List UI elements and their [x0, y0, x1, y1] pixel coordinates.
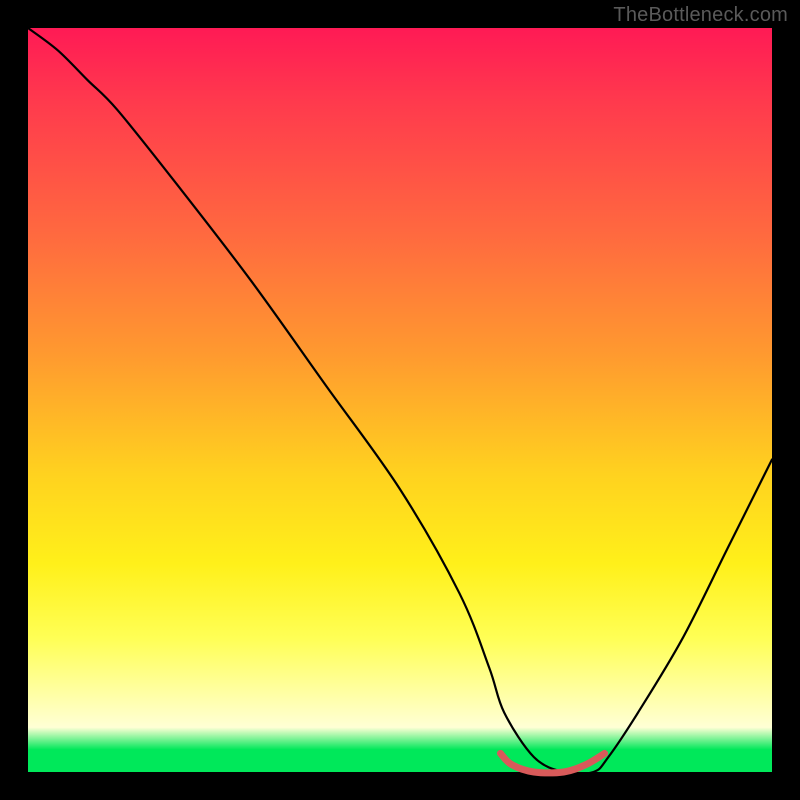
plot-area: [28, 28, 772, 772]
flat-minimum-marker: [500, 753, 604, 773]
watermark-text: TheBottleneck.com: [613, 4, 788, 27]
bottleneck-curve: [28, 28, 772, 774]
curve-layer: [28, 28, 772, 772]
chart-frame: TheBottleneck.com: [0, 0, 800, 800]
